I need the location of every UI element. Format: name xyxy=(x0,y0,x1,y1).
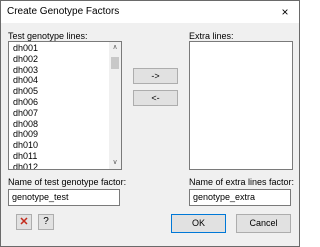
list-item[interactable]: dh009 xyxy=(11,129,107,140)
test-factor-input[interactable]: genotype_test xyxy=(8,189,120,206)
test-lines-scrollbar[interactable]: ∧ ∨ xyxy=(109,42,121,169)
test-lines-items: dh001 dh002 dh003 dh004 dh005 dh006 dh007 dh008… xyxy=(11,43,107,169)
list-item[interactable]: dh002 xyxy=(11,54,107,65)
test-lines-listbox[interactable]: dh001 dh002 dh003 dh004 dh005 dh006 dh007 dh008… xyxy=(8,41,122,170)
scroll-up-icon[interactable]: ∧ xyxy=(109,42,121,54)
add-to-extra-button[interactable]: -> xyxy=(133,68,178,84)
extra-lines-listbox[interactable] xyxy=(189,41,293,170)
cancel-button[interactable]: Cancel xyxy=(236,214,291,233)
extra-factor-label: Name of extra lines factor: xyxy=(189,177,295,187)
list-item[interactable]: dh012 xyxy=(11,162,107,169)
list-item[interactable]: dh011 xyxy=(11,151,107,162)
list-item[interactable]: dh005 xyxy=(11,86,107,97)
list-item[interactable]: dh010 xyxy=(11,140,107,151)
ok-button[interactable]: OK xyxy=(171,214,226,233)
list-item[interactable]: dh003 xyxy=(11,65,107,76)
scroll-down-icon[interactable]: ∨ xyxy=(109,157,121,169)
extra-factor-input[interactable]: genotype_extra xyxy=(189,189,291,206)
list-item[interactable]: dh004 xyxy=(11,75,107,86)
remove-from-extra-button[interactable]: <- xyxy=(133,90,178,106)
list-item[interactable]: dh001 xyxy=(11,43,107,54)
list-item[interactable]: dh007 xyxy=(11,108,107,119)
extra-lines-label: Extra lines: xyxy=(189,31,234,41)
help-icon[interactable]: ? xyxy=(38,214,54,230)
list-item[interactable]: dh006 xyxy=(11,97,107,108)
test-lines-label: Test genotype lines: xyxy=(8,31,88,41)
scroll-thumb[interactable] xyxy=(111,57,119,69)
title-bar: Create Genotype Factors × xyxy=(1,1,299,23)
dialog-window: Create Genotype Factors × Test genotype … xyxy=(0,0,300,247)
close-icon[interactable]: × xyxy=(275,3,295,21)
test-factor-label: Name of test genotype factor: xyxy=(8,177,127,187)
clear-icon[interactable]: ✕ xyxy=(16,214,32,230)
window-title: Create Genotype Factors xyxy=(7,6,120,17)
list-item[interactable]: dh008 xyxy=(11,119,107,130)
